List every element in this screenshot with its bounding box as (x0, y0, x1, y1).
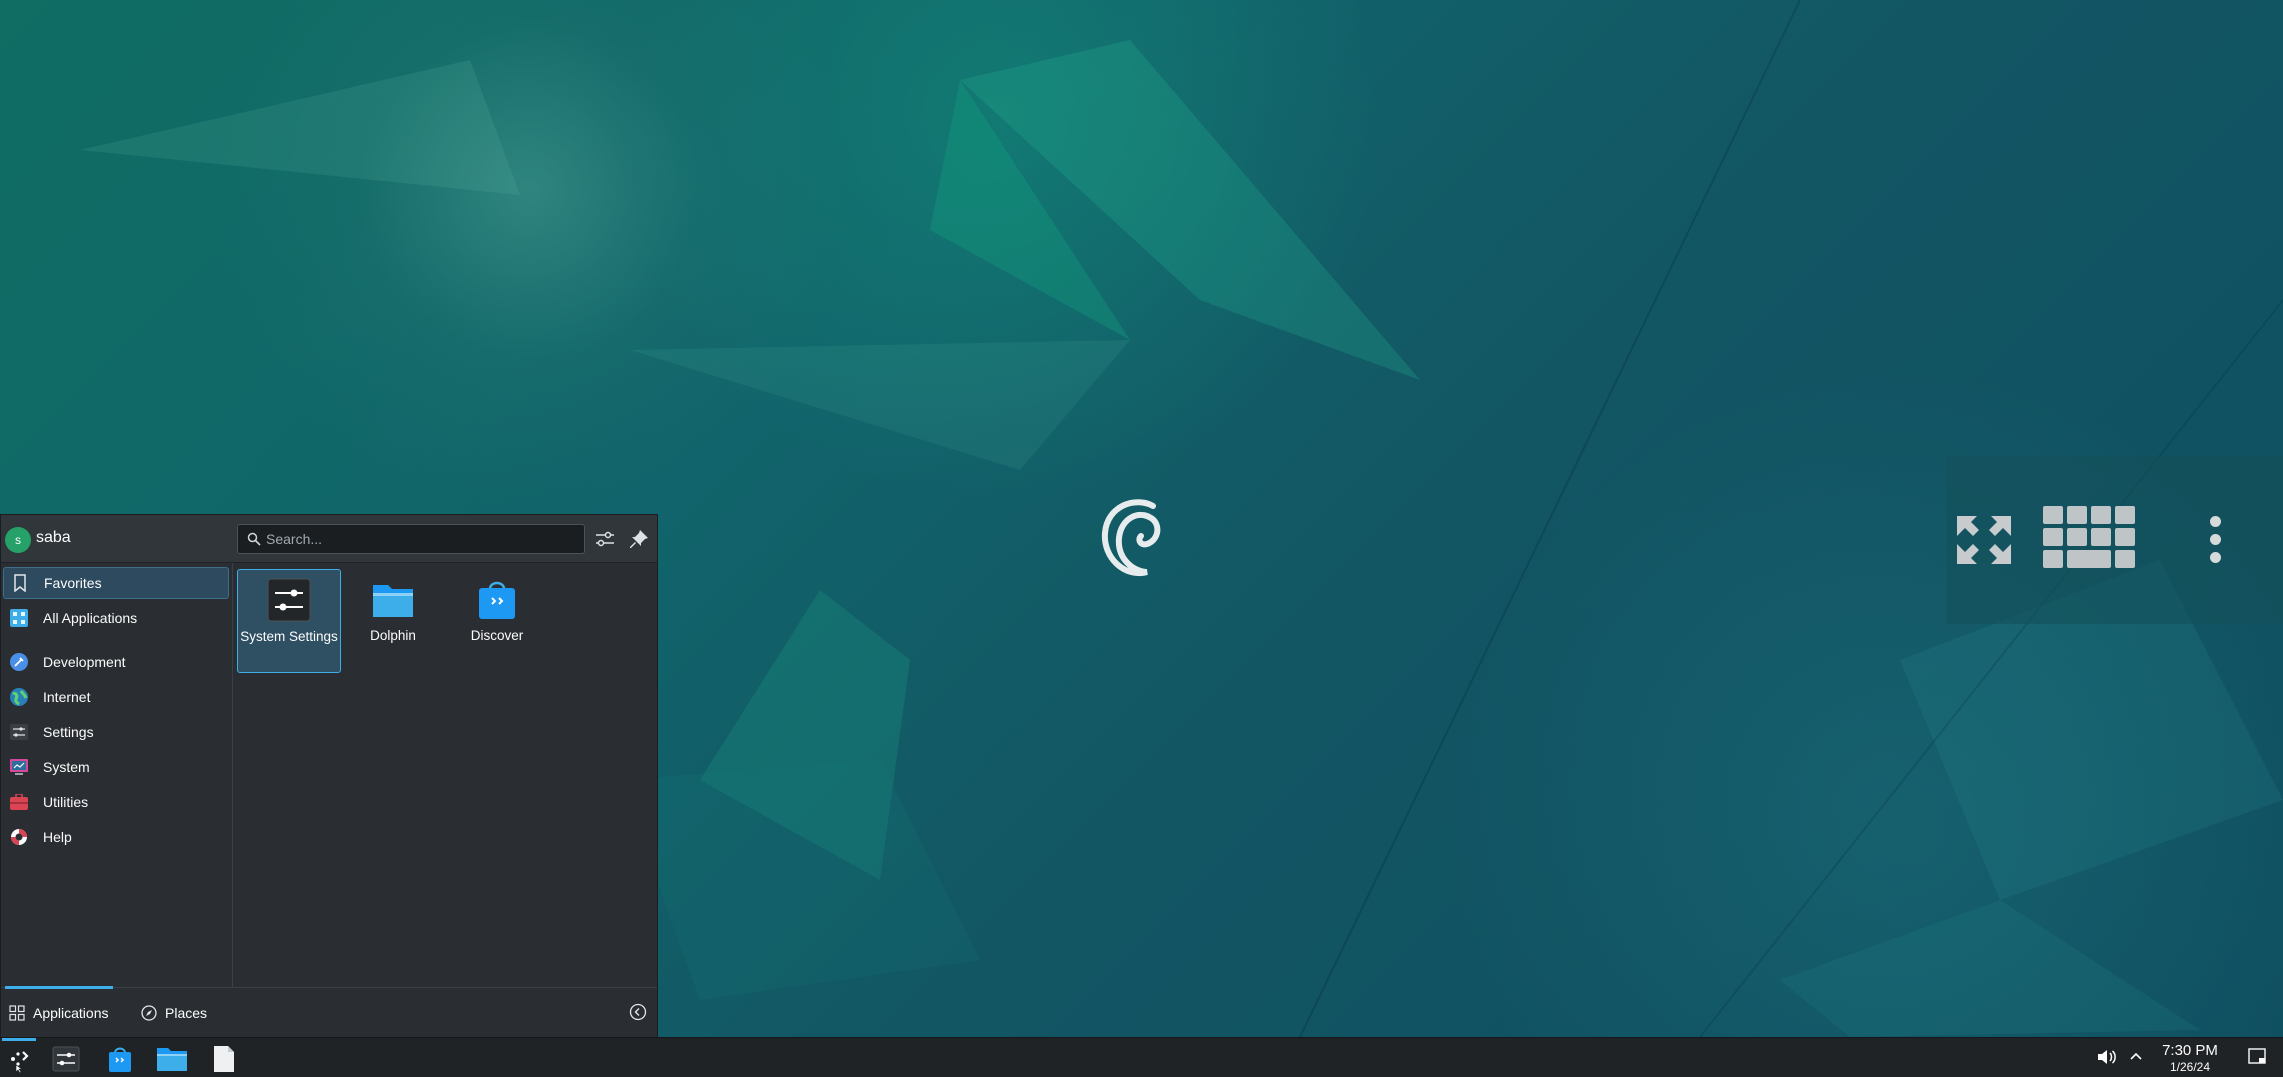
avatar[interactable]: s (5, 527, 31, 553)
taskbar-panel: 7:30 PM 1/26/24 (0, 1037, 2283, 1077)
fullscreen-expand-icon[interactable] (1953, 512, 2015, 568)
launcher-active-indicator (2, 1038, 36, 1041)
sidebar-item-help[interactable]: Help (3, 821, 229, 853)
utilities-icon (9, 792, 29, 812)
document-icon (214, 1046, 234, 1072)
discover-bag-icon (109, 1047, 131, 1072)
favorites-grid: System Settings Dolphin Discover (237, 569, 655, 983)
kde-launcher-icon (11, 1051, 29, 1073)
sidebar-item-settings[interactable]: Settings (3, 716, 229, 748)
clock-date: 1/26/24 (2169, 1060, 2211, 1074)
clock-time: 7:30 PM (2162, 1042, 2218, 1059)
active-tab-indicator (5, 986, 113, 989)
show-desktop-button[interactable] (2248, 1048, 2266, 1064)
sidebar-item-label: All Applications (43, 610, 138, 626)
tab-places[interactable]: Places (141, 1002, 207, 1024)
system-settings-icon (267, 578, 311, 622)
pin-icon[interactable] (627, 527, 651, 551)
widget-grid-icon[interactable] (2043, 506, 2135, 568)
configure-sliders-icon[interactable] (593, 527, 617, 551)
sidebar-item-utilities[interactable]: Utilities (3, 786, 229, 818)
help-lifebuoy-icon (9, 827, 29, 847)
sidebar-item-label: Utilities (43, 794, 89, 810)
sidebar-item-development[interactable]: Development (3, 646, 229, 678)
app-system-settings[interactable]: System Settings (237, 569, 341, 673)
sidebar-item-label: Help (43, 829, 72, 845)
tab-applications[interactable]: Applications (9, 1002, 109, 1024)
sidebar-item-all-applications[interactable]: All Applications (3, 602, 229, 634)
tab-label: Places (165, 1005, 208, 1021)
folder-icon (157, 1048, 187, 1071)
applications-icon (9, 608, 29, 628)
sidebar-item-label: Settings (43, 724, 94, 740)
leave-chevron-icon[interactable] (629, 1003, 647, 1021)
app-label: Dolphin (370, 628, 416, 643)
debian-logo-icon (1101, 499, 1161, 577)
volume-button[interactable] (2097, 1048, 2117, 1066)
user-name: saba (36, 529, 71, 546)
app-discover[interactable]: Discover (445, 569, 549, 673)
taskbar-discover[interactable] (102, 1043, 138, 1075)
globe-icon (9, 687, 29, 707)
volume-icon (2098, 1050, 2116, 1064)
sidebar-item-label: Internet (43, 689, 91, 705)
application-launcher-button[interactable] (2, 1043, 38, 1075)
show-desktop-icon (2248, 1048, 2266, 1064)
taskbar-dolphin[interactable] (154, 1043, 190, 1075)
folder-icon (373, 585, 413, 617)
category-sidebar: Favorites All Applications Development I… (1, 563, 233, 987)
digital-clock[interactable]: 7:30 PM 1/26/24 (2150, 1042, 2230, 1074)
settings-icon (9, 722, 29, 742)
launcher-header: s saba (1, 515, 657, 563)
sidebar-item-label: Favorites (44, 575, 102, 591)
widget-toolbox[interactable] (1947, 456, 2283, 624)
application-launcher-menu: s saba Search... Favorites All Applicati… (0, 514, 658, 1037)
search-icon (247, 532, 261, 546)
applications-grid-icon (9, 1005, 25, 1021)
search-field[interactable] (237, 524, 585, 554)
launcher-footer: Applications Places (1, 986, 657, 1037)
taskbar-text-editor[interactable] (206, 1043, 242, 1075)
tab-label: Applications (33, 1005, 109, 1021)
app-label: System Settings (240, 629, 338, 644)
development-icon (9, 652, 29, 672)
chevron-up-icon (2130, 1052, 2142, 1060)
sidebar-item-label: System (43, 759, 90, 775)
sidebar-item-label: Development (43, 654, 126, 670)
sidebar-item-internet[interactable]: Internet (3, 681, 229, 713)
app-dolphin[interactable]: Dolphin (341, 569, 445, 673)
search-input[interactable] (266, 529, 576, 549)
system-settings-icon (52, 1046, 80, 1072)
sidebar-item-system[interactable]: System (3, 751, 229, 783)
system-tray-expand-button[interactable] (2128, 1048, 2144, 1064)
bookmark-icon (10, 573, 30, 593)
system-icon (9, 757, 29, 777)
compass-icon (141, 1005, 157, 1021)
app-label: Discover (470, 628, 524, 643)
discover-bag-icon (479, 581, 515, 619)
more-options-icon[interactable] (2210, 516, 2221, 563)
taskbar-system-settings[interactable] (48, 1043, 84, 1075)
sidebar-item-favorites[interactable]: Favorites (3, 567, 229, 599)
